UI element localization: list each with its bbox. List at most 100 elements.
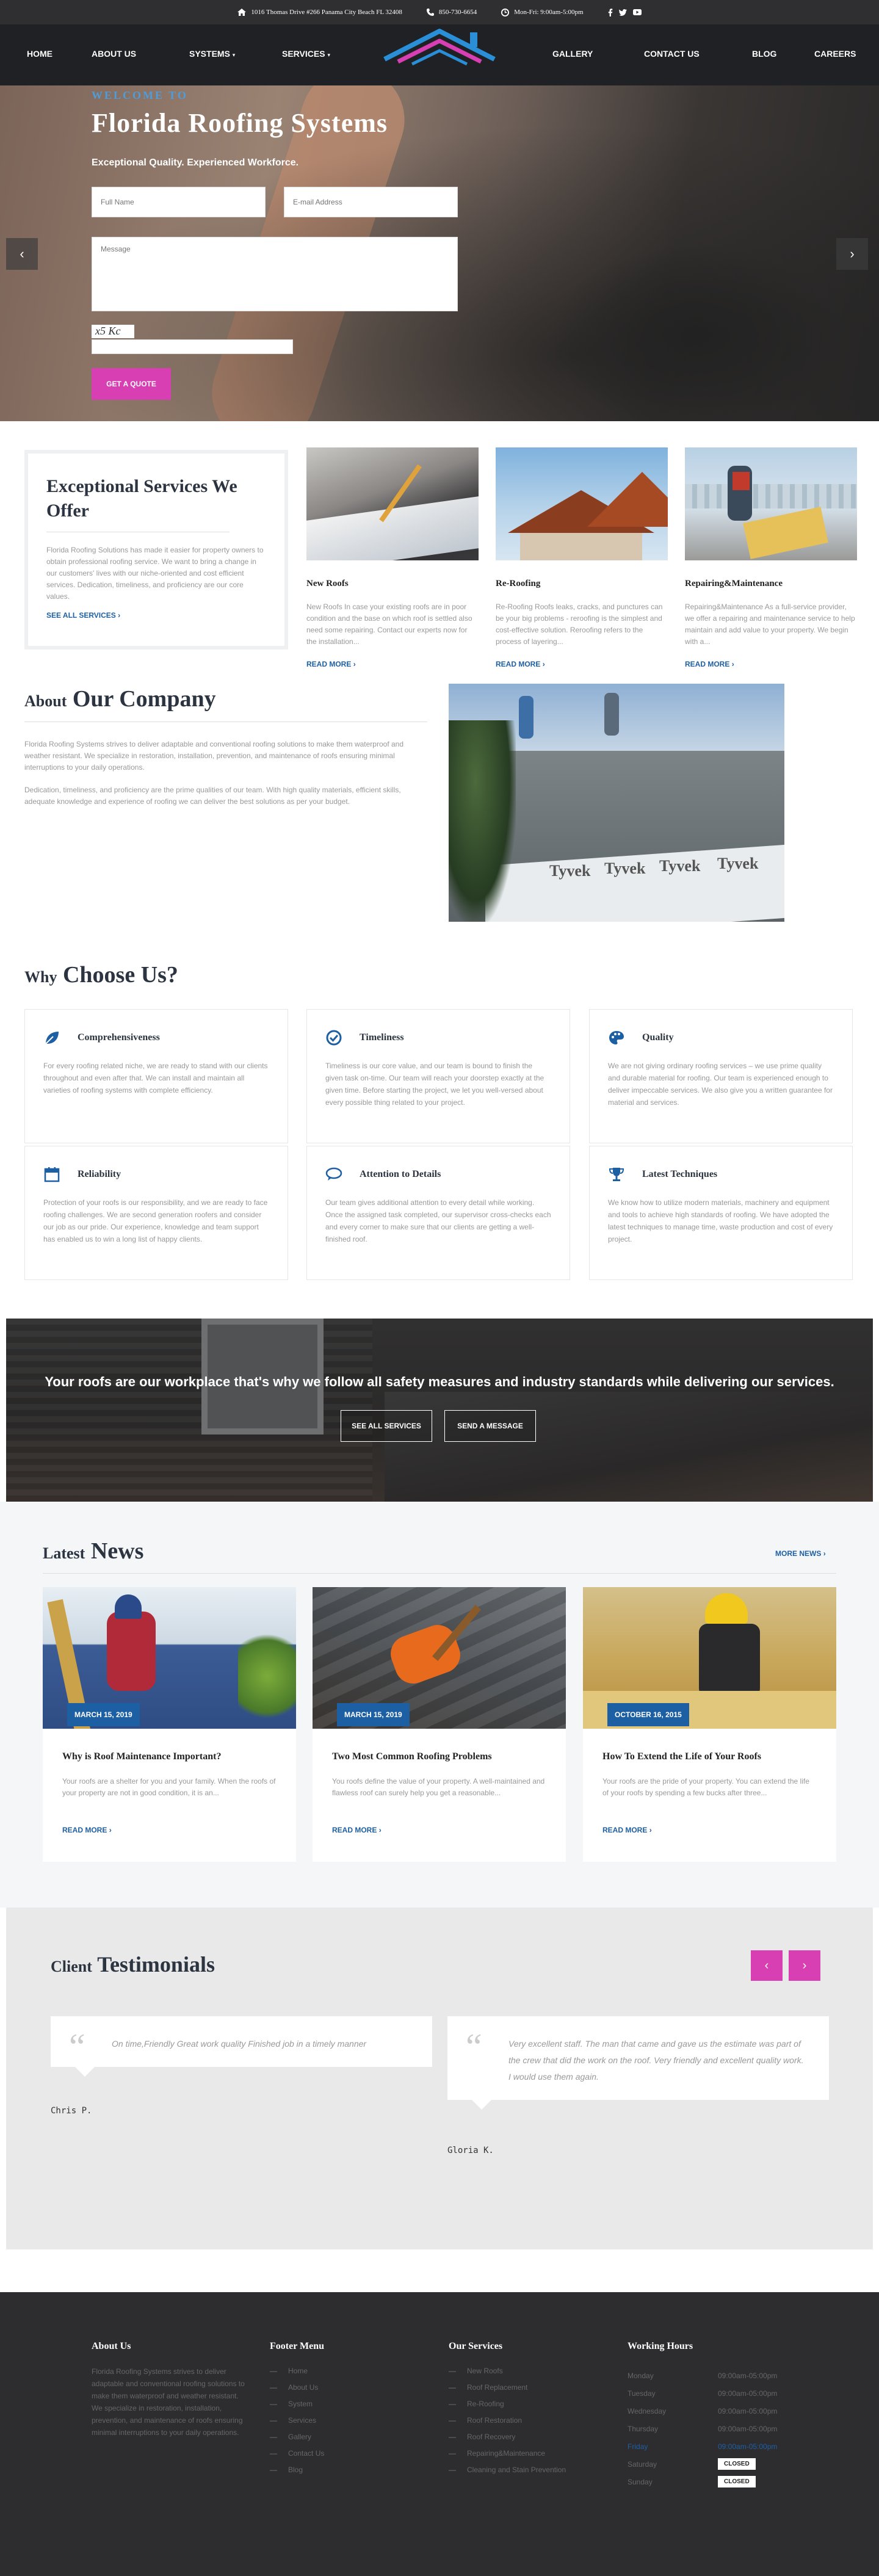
read-more-label: READ MORE — [306, 660, 352, 668]
nav-gallery[interactable]: GALLERY — [552, 49, 593, 59]
chevron-right-icon: › — [353, 660, 356, 668]
news-title[interactable]: Why is Roof Maintenance Important? — [62, 1751, 277, 1762]
footer-service-label: Re-Roofing — [467, 2400, 504, 2408]
full-name-input[interactable] — [92, 187, 266, 217]
address-text: 1016 Thomas Drive #266 Panama City Beach… — [251, 9, 402, 16]
read-more-link[interactable]: READ MORE › — [306, 660, 479, 668]
nav-systems[interactable]: SYSTEMS ▾ — [189, 49, 235, 59]
nav-services-label: SERVICES — [282, 49, 325, 59]
nav-blog[interactable]: BLOG — [752, 49, 776, 59]
dash-icon: — — [270, 2433, 277, 2441]
read-more-link[interactable]: READ MORE › — [602, 1826, 817, 1834]
dash-icon: — — [449, 2416, 456, 2425]
footer-menu-item[interactable]: — Contact Us — [270, 2449, 324, 2466]
chevron-down-icon: ▾ — [232, 52, 236, 58]
news-title[interactable]: Two Most Common Roofing Problems — [332, 1751, 546, 1762]
about-paragraph: Florida Roofing Systems strives to deliv… — [24, 740, 404, 772]
get-quote-button[interactable]: GET A QUOTE — [92, 368, 171, 400]
about-title: About Our Company — [24, 686, 216, 712]
footer-service-item[interactable]: — Roof Restoration — [449, 2416, 566, 2433]
address-info: 1016 Thomas Drive #266 Panama City Beach… — [237, 9, 402, 16]
dash-icon: — — [270, 2400, 277, 2408]
footer-menu-item[interactable]: — Home — [270, 2367, 324, 2383]
hero-title: Florida Roofing Systems — [92, 108, 388, 138]
news-title: Latest News — [43, 1538, 143, 1565]
feature-title: Timeliness — [360, 1032, 404, 1043]
home-icon — [237, 9, 247, 16]
captcha-input[interactable] — [92, 339, 293, 354]
feature-card: Comprehensiveness For every roofing rela… — [24, 1009, 288, 1143]
email-input[interactable] — [284, 187, 458, 217]
why-title-big: Choose Us? — [62, 962, 178, 988]
nav-careers[interactable]: CAREERS — [814, 49, 856, 59]
facebook-icon[interactable] — [608, 8, 613, 16]
news-title-small: Latest — [43, 1544, 85, 1562]
footer-menu-item[interactable]: — Gallery — [270, 2433, 324, 2449]
testimonial-prev-button[interactable]: ‹ — [751, 1950, 783, 1981]
logo[interactable] — [378, 27, 501, 70]
top-bar: 1016 Thomas Drive #266 Panama City Beach… — [0, 0, 879, 24]
footer-menu-item[interactable]: — Services — [270, 2416, 324, 2433]
read-more-link[interactable]: READ MORE › — [62, 1826, 277, 1834]
service-image-repairing[interactable] — [685, 447, 857, 560]
see-all-services-button[interactable]: SEE ALL SERVICES — [341, 1410, 432, 1442]
youtube-icon[interactable] — [632, 9, 642, 15]
read-more-link[interactable]: READ MORE › — [685, 660, 857, 668]
footer-hours-title: Working Hours — [628, 2341, 693, 2351]
hours-info: Mon-Fri: 9:00am-5:00pm — [501, 8, 584, 16]
phone-text[interactable]: 850-730-6654 — [439, 9, 477, 16]
leaf-icon — [45, 1032, 59, 1044]
footer-about: About Us Florida Roofing Systems strives… — [92, 2341, 250, 2439]
feature-text: Timeliness is our core value, and our te… — [325, 1062, 544, 1107]
see-all-services-link[interactable]: SEE ALL SERVICES › — [46, 611, 266, 620]
footer-service-item[interactable]: — Repairing&Maintenance — [449, 2449, 566, 2466]
testimonial-next-button[interactable]: › — [789, 1950, 820, 1981]
send-message-button[interactable]: SEND A MESSAGE — [444, 1410, 536, 1442]
nav-services[interactable]: SERVICES ▾ — [282, 49, 330, 59]
footer-service-label: Roof Restoration — [467, 2416, 523, 2425]
chevron-down-icon: ▾ — [327, 52, 330, 58]
nav-contact[interactable]: CONTACT US — [644, 49, 700, 59]
chevron-right-icon: › — [542, 660, 545, 668]
message-input[interactable] — [92, 237, 458, 311]
feature-card: Reliability Protection of your roofs is … — [24, 1146, 288, 1280]
photo-text: Tyvek — [549, 862, 591, 880]
why-title-small: Why — [24, 968, 57, 986]
footer-menu-item[interactable]: — Blog — [270, 2466, 324, 2482]
feature-title: Reliability — [78, 1169, 121, 1179]
feature-text: For every roofing related niche, we are … — [43, 1062, 268, 1094]
dash-icon: — — [449, 2383, 456, 2392]
twitter-icon[interactable] — [618, 9, 627, 16]
photo-text: Tyvek — [659, 857, 701, 875]
slider-prev-button[interactable]: ‹ — [6, 238, 38, 270]
footer-menu-item[interactable]: — About Us — [270, 2383, 324, 2400]
dash-icon: — — [449, 2433, 456, 2441]
nav-home[interactable]: HOME — [27, 49, 52, 59]
slider-next-button[interactable]: › — [836, 238, 868, 270]
why-title: Why Choose Us? — [24, 961, 178, 988]
hours-row: Monday 09:00am-05:00pm — [628, 2367, 777, 2384]
service-image-re-roofing[interactable] — [496, 447, 668, 560]
phone-info[interactable]: 850-730-6654 — [426, 9, 477, 16]
dash-icon: — — [449, 2400, 456, 2408]
news-title[interactable]: How To Extend the Life of Your Roofs — [602, 1751, 817, 1762]
read-more-link[interactable]: READ MORE › — [496, 660, 668, 668]
footer-service-item[interactable]: — Roof Replacement — [449, 2383, 566, 2400]
palette-icon — [609, 1031, 624, 1044]
footer-menu-list: — Home — About Us — System — Services — Galle… — [270, 2367, 324, 2482]
nav-systems-label: SYSTEMS — [189, 49, 230, 59]
nav-about[interactable]: ABOUT US — [92, 49, 136, 59]
chevron-right-icon: › — [731, 660, 734, 668]
service-image-new-roofs[interactable] — [306, 447, 479, 560]
footer-service-item[interactable]: — Cleaning and Stain Prevention — [449, 2466, 566, 2482]
service-card: Re-Roofing Re-Roofing Roofs leaks, crack… — [496, 447, 668, 668]
hours-day: Monday — [628, 2371, 654, 2380]
footer-service-item[interactable]: — Roof Recovery — [449, 2433, 566, 2449]
read-more-link[interactable]: READ MORE › — [332, 1826, 546, 1834]
chevron-right-icon: › — [823, 1549, 826, 1558]
footer-service-label: Roof Replacement — [467, 2383, 528, 2392]
footer-menu-item[interactable]: — System — [270, 2400, 324, 2416]
more-news-link[interactable]: MORE NEWS › — [775, 1549, 826, 1558]
footer-service-item[interactable]: — New Roofs — [449, 2367, 566, 2383]
footer-service-item[interactable]: — Re-Roofing — [449, 2400, 566, 2416]
